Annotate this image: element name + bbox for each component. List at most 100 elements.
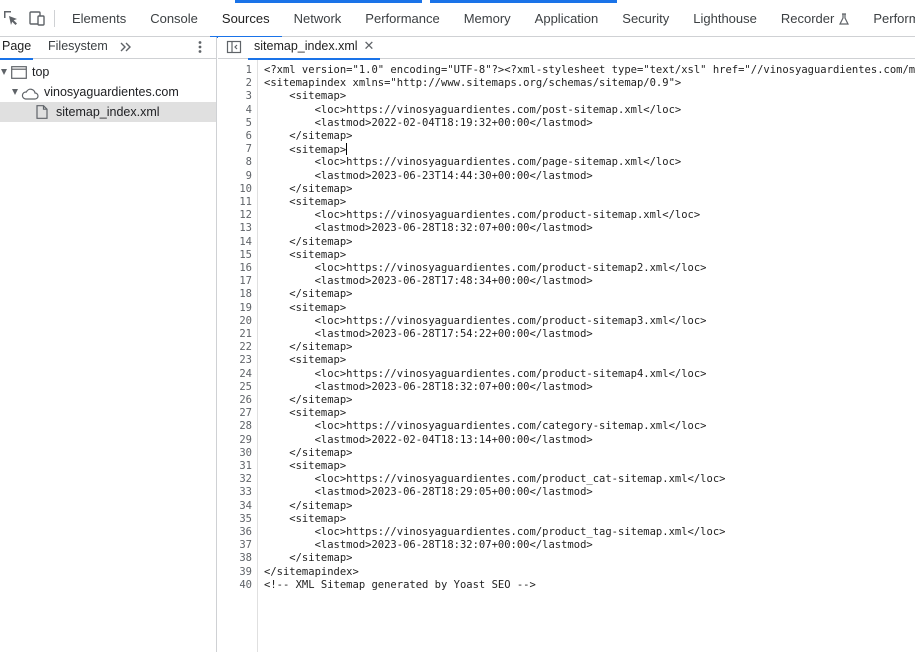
code-line: </sitemap> (264, 552, 353, 565)
code-line: </sitemap> (264, 130, 353, 142)
code-line: <lastmod>2023-06-28T18:32:07+00:00</last… (264, 380, 593, 393)
text-cursor (346, 143, 348, 156)
file-tab-sitemap[interactable]: sitemap_index.xml ✕ (248, 37, 381, 60)
line-number: 34 (239, 499, 252, 512)
inspect-element-icon[interactable] (3, 10, 19, 26)
flask-icon (839, 2, 850, 39)
code-line: <!-- XML Sitemap generated by Yoast SEO … (264, 578, 536, 591)
line-number: 38 (239, 552, 252, 565)
tree-item-label: vinosyaguardientes.com (44, 85, 179, 99)
code-line: <lastmod>2023-06-23T14:44:30+00:00</last… (264, 169, 593, 182)
line-number: 30 (239, 446, 252, 459)
line-number: 2 (245, 77, 252, 90)
code-line: </sitemap> (264, 341, 353, 354)
line-number: 14 (239, 235, 252, 248)
code-line: <lastmod>2023-06-28T18:29:05+00:00</last… (264, 486, 593, 499)
expand-arrow-icon[interactable] (1, 69, 7, 75)
tree-item-top[interactable]: top (0, 62, 216, 82)
line-number: 23 (239, 354, 252, 367)
tab-recorder[interactable]: Recorder (769, 0, 861, 37)
line-number: 35 (239, 512, 252, 525)
tree-item-label: sitemap_index.xml (56, 105, 160, 119)
tab-performance[interactable]: Performance (353, 0, 451, 37)
line-number: 15 (239, 248, 252, 261)
code-line: <loc>https://vinosyaguardientes.com/prod… (264, 473, 726, 486)
devtools-toolbar: Elements Console Sources Network Perform… (0, 0, 915, 38)
toggle-navigator-icon[interactable] (226, 39, 242, 55)
file-tab-label: sitemap_index.xml (254, 39, 358, 53)
tree-item-sitemap-file[interactable]: sitemap_index.xml (0, 102, 216, 122)
more-tabs-icon[interactable] (118, 39, 134, 55)
code-line: <loc>https://vinosyaguardientes.com/page… (264, 156, 682, 169)
line-number: 28 (239, 420, 252, 433)
close-icon[interactable]: ✕ (364, 37, 375, 55)
code-line: <loc>https://vinosyaguardientes.com/prod… (264, 314, 707, 327)
code-line: <sitemap> (264, 460, 347, 472)
toolbar-separator (54, 10, 55, 27)
tab-page[interactable]: Page (0, 37, 34, 60)
line-number: 33 (239, 486, 252, 499)
code-line: </sitemap> (264, 235, 353, 248)
tab-memory[interactable]: Memory (452, 0, 523, 37)
code-line: <sitemap> (264, 196, 347, 208)
tree-item-label: top (32, 65, 50, 79)
line-number: 16 (239, 262, 252, 274)
line-number: 32 (239, 473, 252, 486)
code-line: <sitemap> (264, 90, 347, 103)
tab-performance-insights[interactable]: Performance (861, 0, 915, 37)
code-line: <loc>https://vinosyaguardientes.com/prod… (264, 526, 726, 538)
tab-sources[interactable]: Sources (209, 0, 282, 38)
code-editor[interactable]: 1 2 3 4 5 6 7 8 9 10 11 12 13 14 15 16 17 18 19 20 21 22 23 24 2… (218, 60, 915, 652)
code-line: </sitemap> (264, 446, 353, 459)
line-number: 17 (239, 275, 252, 288)
line-number: 27 (239, 407, 252, 420)
navigator-tabs: Page Filesystem (0, 37, 216, 60)
code-line: <lastmod>2023-06-28T18:32:07+00:00</last… (264, 222, 593, 235)
code-line: <loc>https://vinosyaguardientes.com/prod… (264, 209, 701, 222)
code-line: <?xml version="1.0" encoding="UTF-8"?><?… (264, 64, 915, 76)
tab-security[interactable]: Security (610, 0, 681, 37)
tab-elements[interactable]: Elements (60, 0, 138, 37)
tree-item-domain[interactable]: vinosyaguardientes.com (0, 82, 216, 102)
code-line: </sitemap> (264, 394, 353, 406)
line-number: 36 (239, 526, 252, 538)
line-number: 22 (239, 341, 252, 354)
line-number: 18 (239, 288, 252, 301)
line-number: 13 (239, 222, 252, 235)
code-line: <sitemap> (264, 512, 347, 525)
line-number: 8 (245, 156, 252, 169)
line-number: 20 (239, 314, 252, 327)
tab-console[interactable]: Console (138, 0, 210, 37)
code-line: <sitemap> (264, 354, 347, 367)
tab-lighthouse[interactable]: Lighthouse (681, 0, 769, 37)
code-line: <sitemap> (264, 407, 347, 420)
code-line: <lastmod>2022-02-04T18:13:14+00:00</last… (264, 433, 593, 446)
tab-recorder-label: Recorder (780, 11, 835, 26)
line-number: 5 (245, 116, 252, 129)
code-line: <loc>https://vinosyaguardientes.com/prod… (264, 367, 707, 380)
code-line: <lastmod>2022-02-04T18:19:32+00:00</last… (264, 116, 593, 129)
line-number: 31 (239, 460, 252, 472)
code-line: <lastmod>2023-06-28T17:54:22+00:00</last… (264, 328, 593, 340)
tab-network[interactable]: Network (282, 0, 354, 37)
more-options-icon[interactable] (194, 39, 206, 55)
line-number: 7 (245, 143, 252, 156)
code-line: <loc>https://vinosyaguardientes.com/cate… (264, 420, 707, 433)
line-number: 10 (239, 182, 252, 195)
line-number: 9 (245, 169, 252, 182)
tab-application[interactable]: Application (523, 0, 611, 37)
code-line: <sitemapindex xmlns="http://www.sitemaps… (264, 77, 682, 90)
code-line: </sitemap> (264, 288, 353, 301)
line-number: 37 (239, 539, 252, 552)
line-number: 29 (239, 433, 252, 446)
line-number: 4 (245, 103, 252, 116)
line-number: 25 (239, 380, 252, 393)
line-number: 24 (239, 367, 252, 380)
code-line: </sitemap> (264, 182, 353, 195)
expand-arrow-icon[interactable] (12, 89, 18, 95)
code-line: <lastmod>2023-06-28T17:48:34+00:00</last… (264, 275, 593, 288)
device-toolbar-icon[interactable] (29, 10, 45, 26)
editor-tab-bar: sitemap_index.xml ✕ (218, 37, 915, 60)
line-number: 3 (245, 90, 252, 103)
tab-filesystem[interactable]: Filesystem (48, 37, 108, 59)
